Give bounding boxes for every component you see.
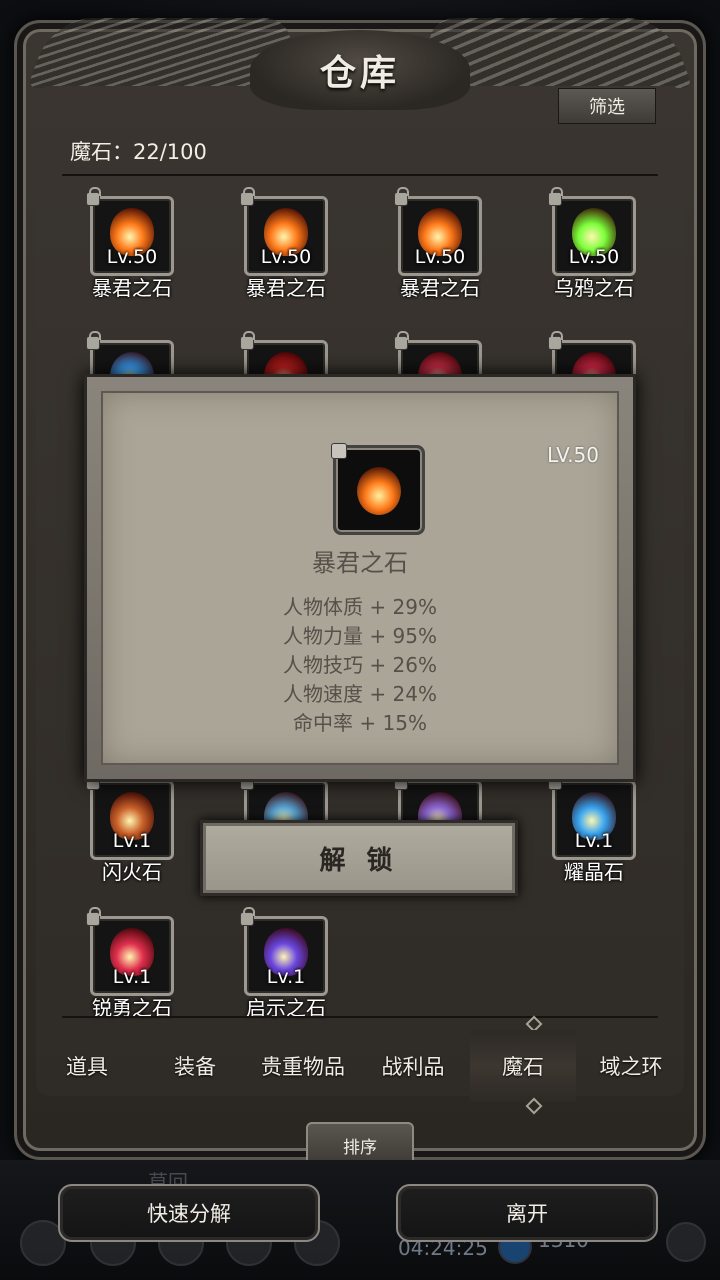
fire-stone-icon [357,467,401,515]
stat-line: 命中率 + 15% [293,711,427,735]
item-level: Lv.1 [112,966,152,988]
item-level: Lv.1 [112,830,152,852]
leave-button[interactable]: 离开 [396,1184,658,1242]
lock-icon [548,331,563,350]
tab-2[interactable]: 贵重物品 [250,1030,356,1102]
item-name: 闪火石 [102,860,162,884]
item-name: 暴君之石 [246,276,326,300]
lock-icon [86,907,101,926]
tab-0[interactable]: 道具 [34,1030,140,1102]
item-name: 耀晶石 [564,860,624,884]
stat-line: 人物力量 + 95% [283,624,437,648]
item-level: Lv.50 [260,246,312,268]
item-slot[interactable]: Lv.1 锐勇之石 [84,907,180,1020]
tab-1[interactable]: 装备 [142,1030,248,1102]
item-name: 暴君之石 [312,549,408,577]
item-slot[interactable]: Lv.50 暴君之石 [84,187,180,314]
item-level: Lv.50 [106,246,158,268]
item-level: Lv.50 [568,246,620,268]
item-level: Lv.1 [574,830,614,852]
plus-icon[interactable] [666,1222,706,1262]
item-level: Lv.1 [266,966,306,988]
item-name: 暴君之石 [400,276,480,300]
item-slot[interactable]: Lv.1 耀晶石 [546,771,642,898]
item-name: 暴君之石 [92,276,172,300]
tab-4[interactable]: 魔石 [470,1030,576,1102]
unlock-button[interactable]: 解 锁 [200,820,518,896]
stat-line: 人物技巧 + 26% [283,653,437,677]
item-stats: 人物体质 + 29% 人物力量 + 95% 人物技巧 + 26% 人物速度 + … [103,593,617,738]
item-level: LV.50 [547,443,599,467]
item-slot[interactable]: Lv.50 暴君之石 [238,187,334,314]
item-slot[interactable]: Lv.1 闪火石 [84,771,180,898]
divider [62,1016,658,1018]
lock-icon [240,187,255,206]
item-slot[interactable]: Lv.50 乌鸦之石 [546,187,642,314]
lock-icon [548,187,563,206]
popup-body: LV.50 暴君之石 人物体质 + 29% 人物力量 + 95% 人物技巧 + … [101,391,619,765]
lock-icon [394,331,409,350]
tab-5[interactable]: 域之环 [578,1030,684,1102]
category-tabs: 道具 装备 贵重物品 战利品 魔石 域之环 [34,1030,686,1102]
item-name: 乌鸦之石 [554,276,634,300]
lock-icon [394,187,409,206]
item-slot[interactable]: Lv.50 暴君之石 [392,187,488,314]
stat-line: 人物速度 + 24% [283,682,437,706]
item-slot[interactable]: Lv.1 启示之石 [238,907,334,1020]
item-level: Lv.50 [414,246,466,268]
lock-icon [240,907,255,926]
stat-line: 人物体质 + 29% [283,595,437,619]
lock-icon [86,331,101,350]
lock-icon [86,187,101,206]
lock-icon [331,443,347,459]
lock-icon [240,331,255,350]
item-detail-popup: LV.50 暴君之石 人物体质 + 29% 人物力量 + 95% 人物技巧 + … [84,374,636,782]
tab-3[interactable]: 战利品 [360,1030,466,1102]
quick-decompose-button[interactable]: 快速分解 [58,1184,320,1242]
